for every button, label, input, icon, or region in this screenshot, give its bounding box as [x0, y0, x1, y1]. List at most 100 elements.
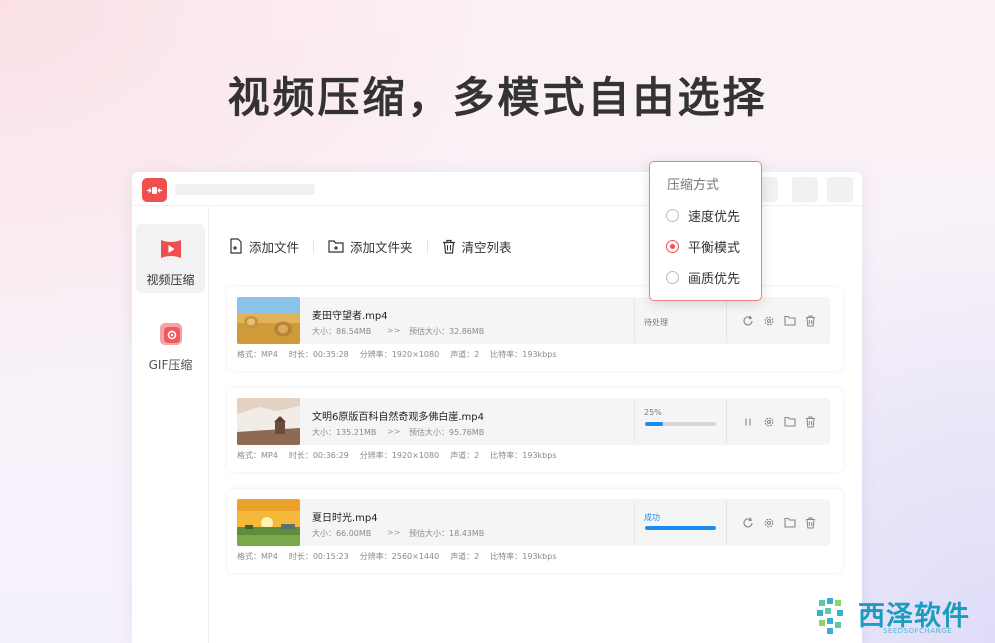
- meta-format: 格式：MP4: [237, 451, 278, 460]
- file-meta: 格式：MP4 时长：00:15:23 分辨率：2560×1440 声道：2 比特率：19…: [237, 551, 568, 562]
- meta-duration: 时长：00:36:29: [288, 451, 349, 460]
- meta-format: 格式：MP4: [237, 350, 278, 359]
- toolbar: 添加文件 添加文件夹 清空列表: [229, 236, 512, 256]
- video-thumbnail: [237, 297, 300, 344]
- divider: [726, 299, 727, 342]
- file-size: 大小：66.00MB: [312, 529, 372, 538]
- delete-icon[interactable]: [804, 516, 817, 529]
- option-label: 速度优先: [688, 210, 741, 225]
- progress-bar: [645, 422, 716, 426]
- add-file-icon: [230, 238, 242, 254]
- radio-button[interactable]: [666, 240, 679, 253]
- status-text: 待处理: [644, 318, 668, 327]
- pause-icon[interactable]: [741, 415, 754, 428]
- meta-resolution: 分辨率：1920×1080: [359, 451, 440, 460]
- brand-logo-icon: [817, 598, 843, 634]
- option-label: 画质优先: [688, 272, 741, 287]
- brand-subtitle: SEEDSOFCHANGE: [883, 627, 953, 635]
- folder-icon[interactable]: [783, 415, 796, 428]
- file-row: 麦田守望者.mp4 大小：86.54MB >> 预估大小：32.86MB 待处理: [237, 297, 830, 344]
- settings-icon[interactable]: [762, 415, 775, 428]
- progress-fill: [645, 422, 663, 426]
- app-logo: [142, 178, 167, 202]
- video-thumbnail: [237, 398, 300, 445]
- video-play-icon: [161, 240, 181, 258]
- progress-bar: [645, 526, 716, 530]
- file-row: 文明6原版百科自然奇观多佛白崖.mp4 大小：135.21MB >> 预估大小：…: [237, 398, 830, 445]
- toolbar-divider: [313, 239, 315, 253]
- gif-icon: [160, 323, 182, 345]
- option-label: 平衡模式: [688, 241, 741, 256]
- meta-bitrate: 比特率：193kbps: [490, 552, 557, 561]
- divider: [726, 400, 727, 443]
- headline: 视频压缩，多模式自由选择: [227, 73, 768, 122]
- sidebar-item-video-compress[interactable]: 视频压缩: [136, 224, 205, 293]
- file-meta: 格式：MP4 时长：00:36:29 分辨率：1920×1080 声道：2 比特率：19…: [237, 450, 568, 461]
- status-success: 成功: [644, 513, 660, 522]
- estimated-size: 预估大小：18.43MB: [409, 529, 485, 538]
- add-file-label: 添加文件: [249, 239, 300, 255]
- file-name: 文明6原版百科自然奇观多佛白崖.mp4: [312, 412, 484, 423]
- meta-duration: 时长：00:15:23: [288, 552, 349, 561]
- option-speed-priority[interactable]: 速度优先: [666, 206, 740, 225]
- radio-button[interactable]: [666, 271, 679, 284]
- title-placeholder: [175, 184, 315, 195]
- file-card[interactable]: 文明6原版百科自然奇观多佛白崖.mp4 大小：135.21MB >> 预估大小：…: [227, 388, 843, 472]
- clear-list-label: 清空列表: [461, 239, 512, 255]
- brand-watermark: 西泽软件 SEEDSOFCHANGE: [815, 594, 985, 640]
- file-size: 大小：86.54MB: [312, 327, 372, 336]
- meta-duration: 时长：00:35:28: [288, 350, 349, 359]
- meta-bitrate: 比特率：193kbps: [490, 451, 557, 460]
- file-row: 夏日时光.mp4 大小：66.00MB >> 预估大小：18.43MB 成功: [237, 499, 830, 546]
- file-actions: [741, 516, 825, 529]
- file-name: 夏日时光.mp4: [312, 513, 378, 524]
- add-folder-label: 添加文件夹: [350, 239, 413, 255]
- add-folder-button[interactable]: 添加文件夹: [328, 237, 413, 256]
- file-name: 麦田守望者.mp4: [312, 311, 388, 322]
- clear-list-button[interactable]: 清空列表: [442, 237, 512, 256]
- sidebar: 视频压缩 GIF压缩: [132, 207, 209, 643]
- progress-fill: [645, 526, 716, 530]
- meta-bitrate: 比特率：193kbps: [490, 350, 557, 359]
- add-file-button[interactable]: 添加文件: [229, 237, 299, 256]
- folder-icon[interactable]: [783, 314, 796, 327]
- window-close-button[interactable]: [827, 177, 853, 202]
- divider: [634, 501, 635, 544]
- delete-icon[interactable]: [804, 314, 817, 327]
- arrow-icon: >>: [387, 427, 401, 436]
- estimated-size: 预估大小：95.76MB: [409, 428, 485, 437]
- window-minimize-button[interactable]: [792, 177, 818, 202]
- file-size: 大小：135.21MB: [312, 428, 377, 437]
- meta-channels: 声道：2: [450, 552, 480, 561]
- sidebar-item-label: GIF压缩: [148, 358, 193, 372]
- compress-mode-title: 压缩方式: [667, 178, 720, 193]
- divider: [634, 299, 635, 342]
- delete-icon[interactable]: [804, 415, 817, 428]
- compress-mode-popover: 压缩方式 速度优先 平衡模式 画质优先: [649, 161, 762, 301]
- file-meta: 格式：MP4 时长：00:35:28 分辨率：1920×1080 声道：2 比特率：19…: [237, 349, 568, 360]
- video-thumbnail: [237, 499, 300, 546]
- estimated-size: 预估大小：32.86MB: [409, 327, 485, 336]
- add-folder-icon: [328, 239, 344, 253]
- progress-percent: 25%: [644, 408, 662, 417]
- sidebar-item-label: 视频压缩: [146, 273, 195, 287]
- option-balanced[interactable]: 平衡模式: [666, 237, 740, 256]
- radio-button[interactable]: [666, 209, 679, 222]
- settings-icon[interactable]: [762, 314, 775, 327]
- sidebar-item-gif-compress[interactable]: GIF压缩: [136, 309, 205, 378]
- divider: [634, 400, 635, 443]
- retry-icon[interactable]: [741, 516, 754, 529]
- settings-icon[interactable]: [762, 516, 775, 529]
- trash-icon: [442, 239, 455, 254]
- option-quality-priority[interactable]: 画质优先: [666, 268, 740, 287]
- retry-icon[interactable]: [741, 314, 754, 327]
- folder-icon[interactable]: [783, 516, 796, 529]
- divider: [726, 501, 727, 544]
- meta-channels: 声道：2: [450, 350, 480, 359]
- meta-resolution: 分辨率：2560×1440: [359, 552, 440, 561]
- meta-resolution: 分辨率：1920×1080: [359, 350, 440, 359]
- file-card[interactable]: 夏日时光.mp4 大小：66.00MB >> 预估大小：18.43MB 成功 格…: [227, 489, 843, 573]
- meta-format: 格式：MP4: [237, 552, 278, 561]
- meta-channels: 声道：2: [450, 451, 480, 460]
- file-actions: [741, 314, 825, 327]
